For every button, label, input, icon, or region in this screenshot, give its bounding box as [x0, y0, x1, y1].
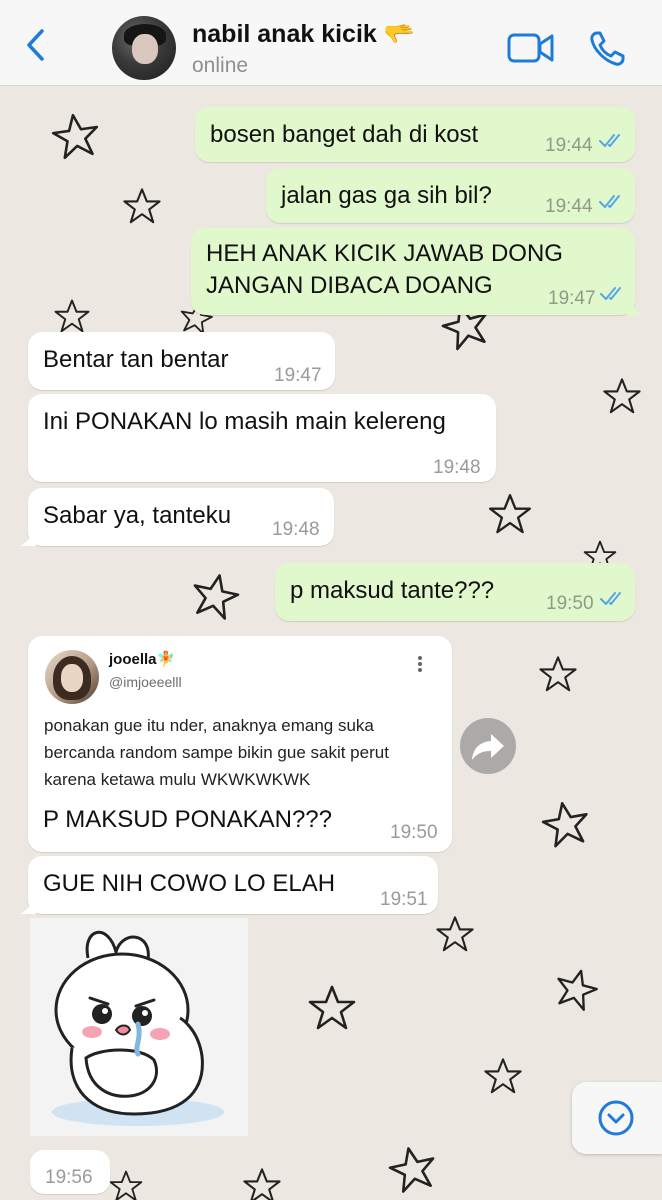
bubble-tail [20, 894, 36, 914]
vertical-dots-icon[interactable] [416, 654, 424, 674]
tweet-author-name: jooella🧚 [109, 651, 176, 668]
forward-arrow-icon[interactable] [460, 718, 516, 774]
chevron-down-circle-icon[interactable] [572, 1082, 662, 1154]
chevron-left-icon[interactable] [22, 28, 52, 62]
message-bubble-in[interactable]: Bentar tan bentar 19:47 [28, 332, 335, 390]
video-camera-icon[interactable] [507, 30, 555, 66]
message-bubble-out[interactable]: jalan gas ga sih bil? 19:44 [266, 168, 635, 223]
bubble-tail [20, 526, 36, 546]
message-bubble-out[interactable]: bosen banget dah di kost 19:44 [195, 107, 635, 162]
tweet-message-bubble[interactable]: jooella🧚 @imjoeeelll ponakan gue itu nde… [28, 636, 452, 852]
contact-name[interactable]: nabil anak kicik 🫳 [192, 20, 415, 49]
message-time: 19:50 [390, 822, 438, 843]
sticker-time-badge: 19:56 [30, 1150, 110, 1194]
tweet-body: ponakan gue itu nder, anaknya emang suka… [44, 716, 389, 789]
message-text: P MAKSUD PONAKAN??? [43, 806, 332, 833]
message-bubble-in[interactable]: Ini PONAKAN lo masih main kelereng 19:48 [28, 394, 496, 482]
read-ticks-icon [600, 592, 621, 605]
message-bubble-out[interactable]: HEH ANAK KICIK JAWAB DONG JANGAN DIBACA … [191, 228, 643, 315]
message-bubble-out[interactable]: p maksud tante??? 19:50 [275, 563, 635, 621]
tweet-avatar [45, 650, 99, 704]
avatar[interactable] [112, 16, 176, 80]
contact-status: online [192, 54, 249, 77]
tweet-author-handle: @imjoeeelll [109, 674, 182, 690]
message-bubble-in[interactable]: Sabar ya, tanteku 19:48 [20, 488, 334, 546]
phone-icon[interactable] [588, 30, 626, 68]
read-ticks-icon [599, 134, 620, 147]
chat-header: nabil anak kicik 🫳 online [0, 0, 662, 86]
crying-bunny-sticker[interactable] [30, 918, 248, 1136]
read-ticks-icon [599, 195, 620, 208]
read-ticks-icon [600, 287, 621, 300]
bubble-tail [627, 295, 643, 315]
message-bubble-in[interactable]: GUE NIH COWO LO ELAH 19:51 [20, 856, 438, 914]
